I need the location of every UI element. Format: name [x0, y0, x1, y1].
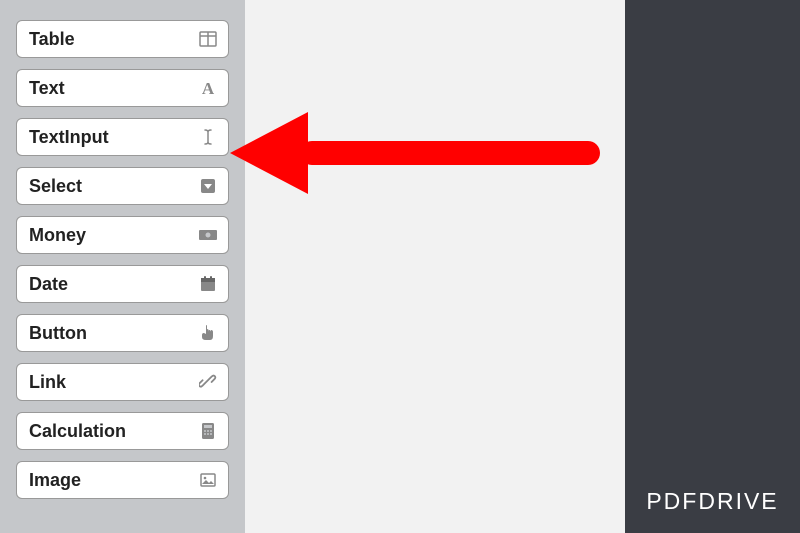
sidebar-item-text[interactable]: Text A	[16, 69, 229, 107]
calculator-icon	[198, 421, 218, 441]
link-icon	[198, 372, 218, 392]
svg-text:A: A	[202, 79, 215, 97]
pointer-icon	[198, 323, 218, 343]
sidebar-item-label: Table	[29, 29, 75, 50]
sidebar-item-label: TextInput	[29, 127, 109, 148]
sidebar-item-select[interactable]: Select	[16, 167, 229, 205]
component-sidebar: Table Text A TextInput Select Money Date	[0, 0, 245, 533]
sidebar-item-label: Date	[29, 274, 68, 295]
sidebar-item-image[interactable]: Image	[16, 461, 229, 499]
sidebar-item-table[interactable]: Table	[16, 20, 229, 58]
sidebar-item-button[interactable]: Button	[16, 314, 229, 352]
sidebar-item-label: Button	[29, 323, 87, 344]
sidebar-item-label: Link	[29, 372, 66, 393]
sidebar-item-date[interactable]: Date	[16, 265, 229, 303]
sidebar-item-label: Text	[29, 78, 65, 99]
sidebar-item-label: Select	[29, 176, 82, 197]
calendar-icon	[198, 274, 218, 294]
sidebar-item-link[interactable]: Link	[16, 363, 229, 401]
brand-label: PDFDRIVE	[625, 488, 800, 515]
sidebar-item-calculation[interactable]: Calculation	[16, 412, 229, 450]
image-icon	[198, 470, 218, 490]
sidebar-item-money[interactable]: Money	[16, 216, 229, 254]
sidebar-item-label: Calculation	[29, 421, 126, 442]
sidebar-item-label: Image	[29, 470, 81, 491]
sidebar-item-textinput[interactable]: TextInput	[16, 118, 229, 156]
sidebar-item-label: Money	[29, 225, 86, 246]
text-icon: A	[198, 78, 218, 98]
right-panel: PDFDRIVE	[625, 0, 800, 533]
money-icon	[198, 225, 218, 245]
text-cursor-icon	[198, 127, 218, 147]
dropdown-icon	[198, 176, 218, 196]
table-icon	[198, 29, 218, 49]
canvas-area[interactable]	[245, 0, 625, 533]
